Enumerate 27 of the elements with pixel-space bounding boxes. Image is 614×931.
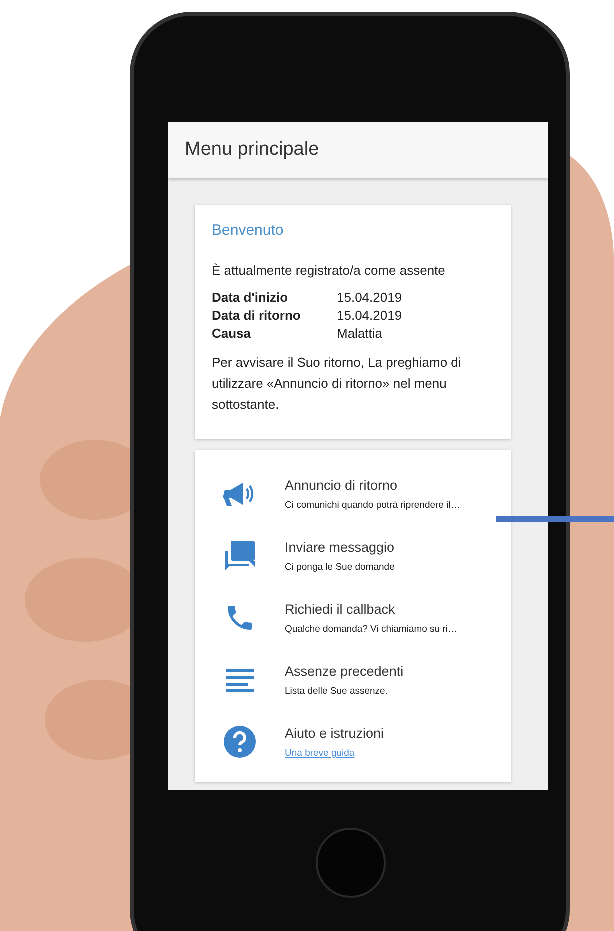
detail-value: Malattia: [337, 326, 384, 341]
detail-label: Data d'inizio: [212, 290, 290, 305]
menu-item-subtitle: Qualche domanda? Vi chiamiamo su ri…: [285, 624, 458, 635]
menu-item-title: Assenze precedenti: [285, 664, 404, 679]
detail-value: 15.04.2019: [337, 290, 404, 305]
card-title: Benvenuto: [212, 222, 285, 239]
note-text: Per avvisare il Suo ritorno, La preghiamo di utilizzare «Annuncio di ritorno» nel menu sottostante.: [212, 354, 462, 414]
menu-item-title: Inviare messaggio: [285, 540, 395, 555]
menu-item-title: Richiedi il callback: [285, 602, 396, 617]
menu-item[interactable]: Assenze precedenti Lista delle Sue assenze.: [195, 652, 501, 708]
menu-item-subtitle: Lista delle Sue assenze.: [285, 686, 389, 697]
detail-label: Data di ritorno: [212, 308, 302, 323]
screen-title: Menu principale: [185, 139, 320, 161]
status-text: È attualmente registrato/a come assente: [212, 263, 446, 278]
help-icon: [223, 725, 257, 760]
chat-icon: [223, 539, 257, 574]
menu-item[interactable]: Inviare messaggio Ci ponga le Sue domande: [195, 528, 501, 584]
menu-item-title: Annuncio di ritorno: [285, 478, 399, 493]
detail-value: 15.04.2019: [337, 308, 404, 323]
list-icon: [226, 668, 254, 692]
menu-item[interactable]: Aiuto e istruzioni Una breve guida: [195, 714, 501, 770]
menu-item[interactable]: Richiedi il callback Qualche domanda? Vi chiamiamo su ri…: [195, 590, 501, 646]
menu-item-subtitle: Ci comunichi quando potrà riprendere il…: [285, 500, 460, 511]
menu-item-subtitle: Ci ponga le Sue domande: [285, 562, 395, 573]
menu-item-title: Aiuto e istruzioni: [285, 726, 384, 741]
menu-item[interactable]: Annuncio di ritorno Ci comunichi quando potrà riprendere il…: [195, 466, 501, 522]
detail-label: Causa: [212, 326, 252, 341]
